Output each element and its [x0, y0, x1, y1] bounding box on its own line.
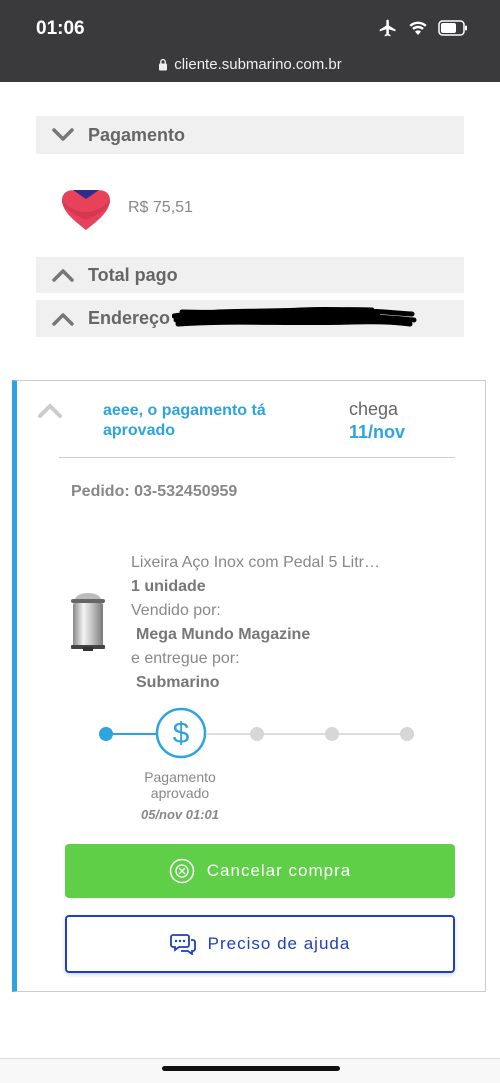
address-section-title: Endereço — [88, 308, 171, 328]
timeline-step-5 — [400, 727, 414, 741]
order-card: aeee, o pagamento tá aprovado chega 11/n… — [12, 380, 486, 992]
status-icons — [378, 18, 468, 38]
seller-name: Mega Mundo Magazine — [136, 626, 311, 643]
divider — [59, 457, 455, 458]
timeline-step-3 — [250, 727, 264, 741]
payment-section-title: Pagamento — [88, 124, 186, 145]
total-section-title: Total pago — [88, 264, 178, 285]
order-number: Pedido: 03-532450959 — [71, 483, 238, 500]
arrival-date: 11/nov — [349, 422, 406, 442]
chevron-up-icon — [52, 312, 74, 326]
delivered-by-label: e entregue por: — [131, 650, 240, 667]
timeline-step-label: Pagamento aprovado — [144, 769, 216, 801]
timeline-step-1 — [99, 727, 113, 741]
product-quantity: 1 unidade — [131, 578, 206, 595]
status-bar: 01:06 cliente.submarino.com.br — [0, 0, 500, 82]
sold-by-label: Vendido por: — [131, 602, 221, 619]
cancel-order-button[interactable]: Cancelar compra — [65, 844, 455, 898]
url-text: cliente.submarino.com.br — [174, 56, 342, 73]
help-label: Preciso de ajuda — [207, 934, 351, 953]
timeline-step-date: 05/nov 01:01 — [140, 807, 220, 822]
battery-icon — [438, 20, 467, 36]
timeline-step-4 — [325, 727, 339, 741]
deliverer-name: Submarino — [136, 674, 220, 691]
home-indicator[interactable] — [162, 1066, 340, 1071]
total-section-header[interactable]: Total pago — [36, 257, 464, 293]
chevron-up-icon — [52, 269, 74, 282]
dollar-icon: $ — [155, 707, 207, 759]
product-image[interactable] — [65, 589, 111, 653]
lock-icon — [159, 58, 168, 71]
payment-method: R$ 75,51 — [58, 184, 193, 232]
svg-text:$: $ — [173, 717, 190, 750]
wifi-icon — [409, 21, 427, 35]
timeline-line-pending — [207, 733, 413, 735]
status-time: 01:06 — [36, 18, 85, 39]
payment-method-icon — [62, 190, 110, 230]
chevron-up-icon[interactable] — [37, 403, 63, 419]
order-status-message: aeee, o pagamento tá aprovado — [103, 402, 266, 439]
order-progress-timeline: $ — [91, 703, 421, 763]
chevron-down-icon — [52, 128, 74, 141]
payment-section-header[interactable]: Pagamento — [36, 116, 464, 154]
help-button[interactable]: Preciso de ajuda — [65, 915, 455, 973]
cancel-order-label: Cancelar compra — [206, 861, 352, 880]
product-name[interactable]: Lixeira Aço Inox com Pedal 5 Litr… — [131, 551, 431, 575]
cancel-x-icon — [169, 858, 195, 884]
airplane-icon — [379, 19, 396, 37]
chat-icon — [169, 933, 196, 955]
address-bar[interactable]: cliente.submarino.com.br — [0, 56, 500, 73]
product-info: Lixeira Aço Inox com Pedal 5 Litr… 1 uni… — [131, 551, 431, 695]
arrival-label: chega — [349, 399, 399, 419]
payment-amount: R$ 75,51 — [128, 199, 193, 216]
redaction-scribble — [172, 306, 417, 327]
